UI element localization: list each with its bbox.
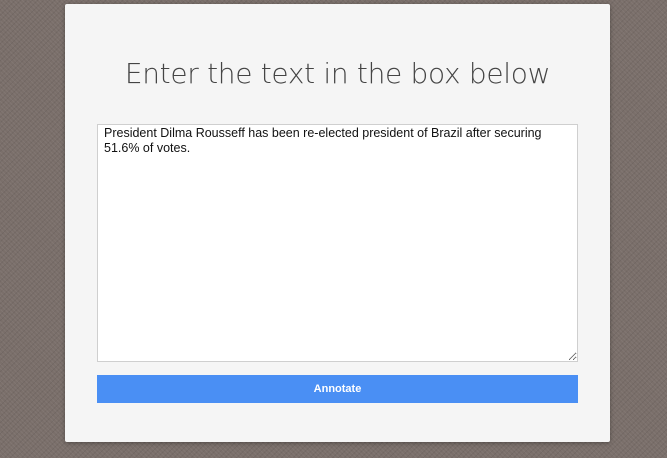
text-input[interactable]: President Dilma Rousseff has been re-ele… bbox=[97, 124, 578, 362]
annotation-card: Enter the text in the box below Presiden… bbox=[65, 4, 610, 442]
page-title: Enter the text in the box below bbox=[124, 57, 551, 90]
annotate-button[interactable]: Annotate bbox=[97, 375, 578, 403]
